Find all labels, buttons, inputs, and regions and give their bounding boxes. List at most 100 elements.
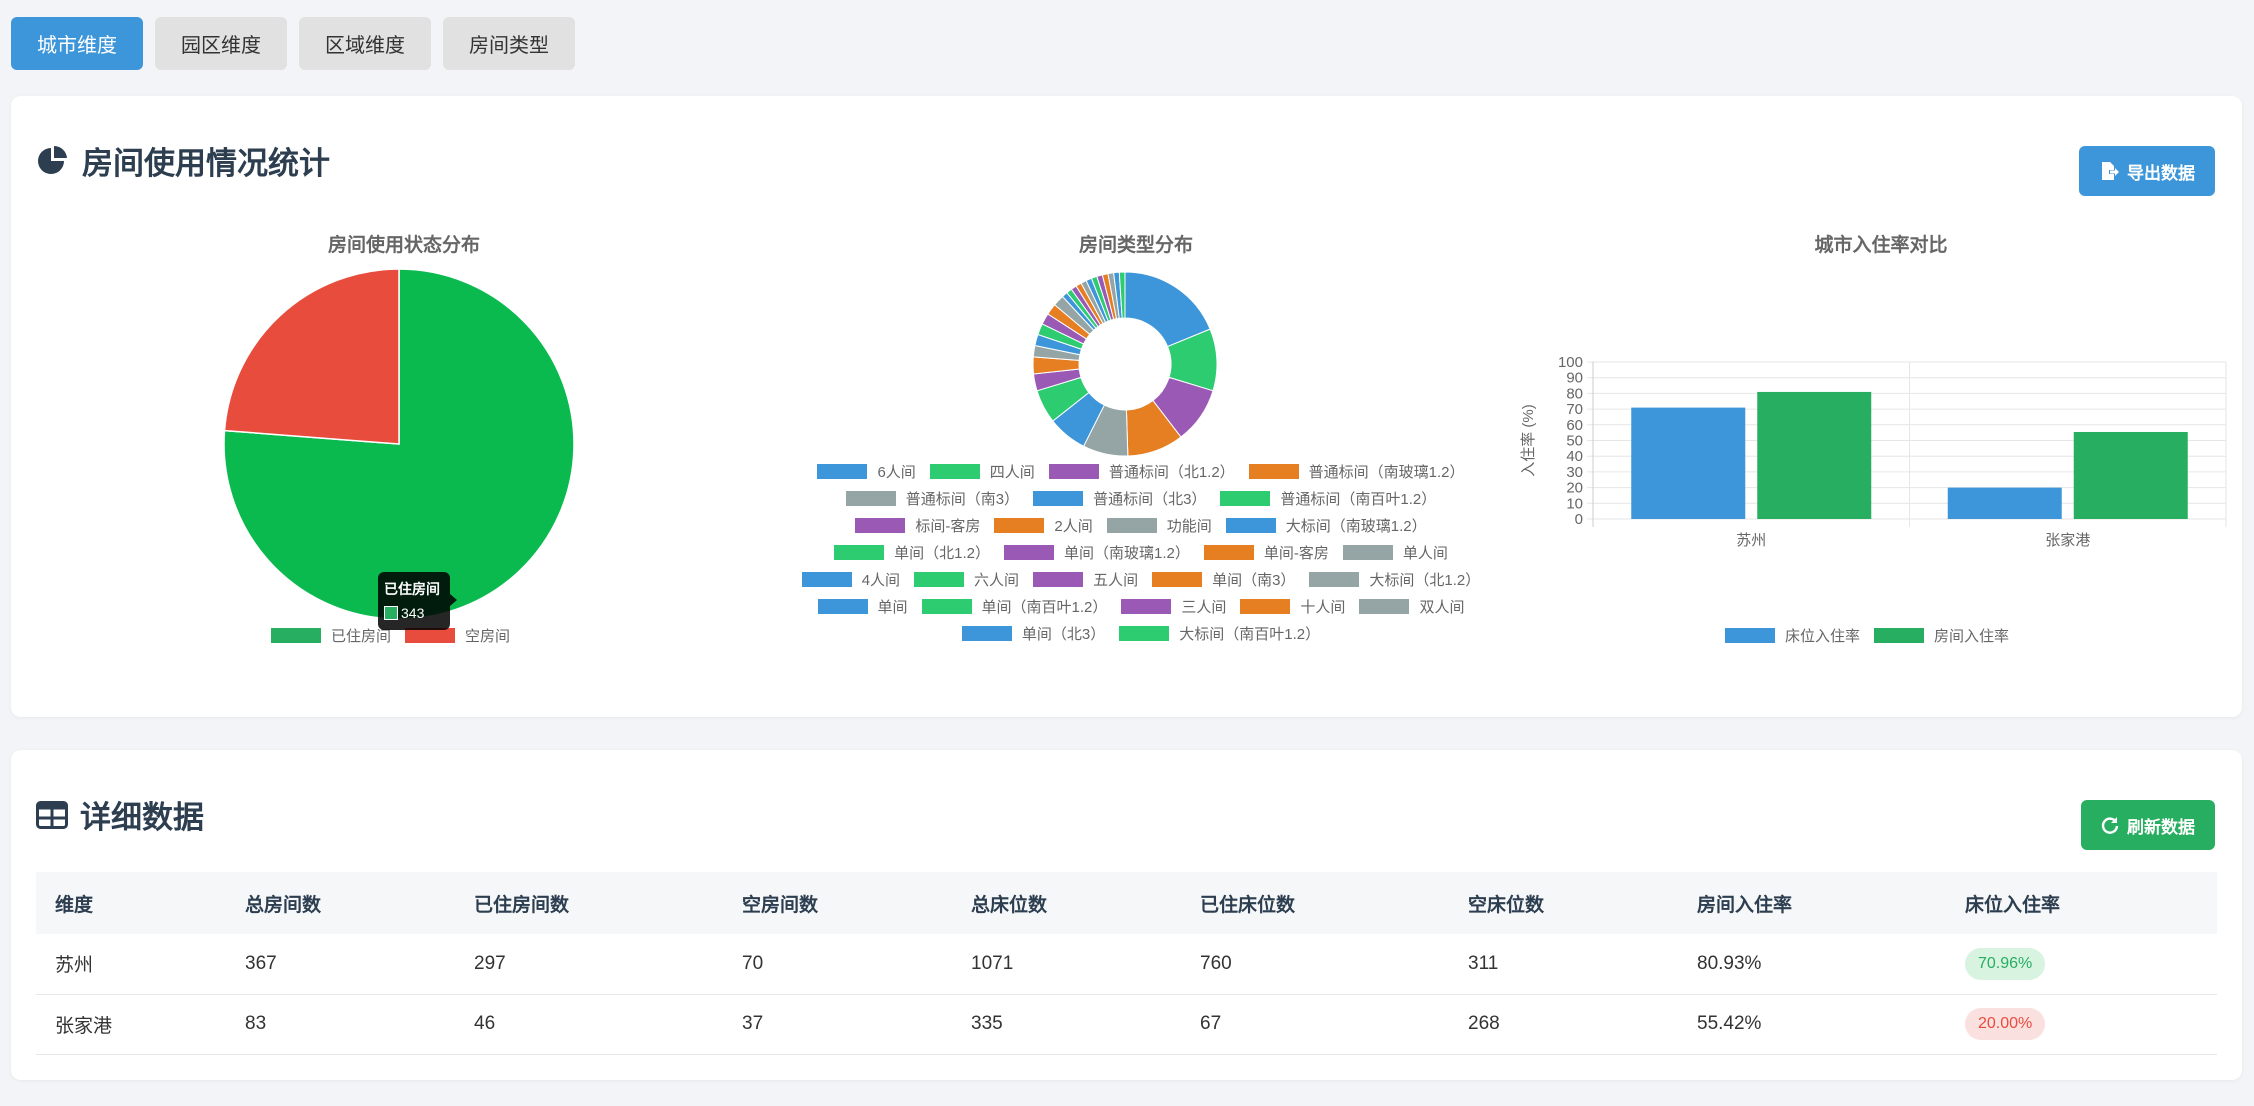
legend-item[interactable]: 普通标间（南3） <box>845 488 1020 509</box>
legend-label: 五人间 <box>1093 572 1139 589</box>
legend-swatch <box>834 545 885 560</box>
stats-title-text: 房间使用情况统计 <box>82 146 330 181</box>
refresh-label: 刷新数据 <box>2127 817 2195 837</box>
table-row: 苏州 367 297 70 1071 760 311 80.93% 70.96% <box>36 934 2217 995</box>
pie-tooltip: 已住房间 343 <box>378 572 457 630</box>
legend-swatch <box>817 599 868 614</box>
legend-item[interactable]: 单人间 <box>1342 542 1448 563</box>
legend-swatch <box>1248 464 1299 479</box>
cell-occupied-rooms: 297 <box>455 934 723 995</box>
legend-item[interactable]: 单间（北3） <box>961 623 1105 644</box>
legend-item[interactable]: 单间（南百叶1.2） <box>921 596 1107 617</box>
dimension-tabs: 城市维度 园区维度 区域维度 房间类型 <box>11 17 575 70</box>
refresh-data-button[interactable]: 刷新数据 <box>2081 800 2215 850</box>
legend-item[interactable]: 六人间 <box>914 569 1019 590</box>
stats-card-title: 房间使用情况统计 <box>36 138 330 183</box>
legend-item[interactable]: 单间（南玻璃1.2） <box>1003 542 1190 563</box>
legend-label: 普通标间（北1.2） <box>1108 464 1235 481</box>
y-tick-label: 80 <box>1566 385 1583 402</box>
legend-item[interactable]: 大标间（北1.2） <box>1309 569 1480 590</box>
tab-room-type[interactable]: 房间类型 <box>443 17 575 70</box>
legend-item[interactable]: 4人间 <box>801 569 900 590</box>
occupancy-chart-title: 城市入住率对比 <box>1814 235 1948 256</box>
cell-total-rooms: 367 <box>226 934 455 995</box>
legend-label: 大标间（北1.2） <box>1369 572 1481 589</box>
bed-rate-badge: 20.00% <box>1965 1008 2046 1040</box>
legend-item[interactable]: 普通标间（北1.2） <box>1048 461 1235 482</box>
legend-item[interactable]: 单间（南3） <box>1152 569 1295 590</box>
status-chart-title: 房间使用状态分布 <box>327 235 480 256</box>
legend-label: 单人间 <box>1402 545 1448 562</box>
tab-region[interactable]: 区域维度 <box>299 17 431 70</box>
detail-card-title: 详细数据 <box>36 792 204 837</box>
legend-item[interactable]: 已住房间 <box>271 625 391 646</box>
legend-label: 普通标间（北3） <box>1093 491 1207 508</box>
legend-swatch <box>961 626 1012 641</box>
legend-item[interactable]: 大标间（南百叶1.2） <box>1119 623 1320 644</box>
legend-item[interactable]: 五人间 <box>1033 569 1138 590</box>
legend-swatch <box>845 491 896 506</box>
legend-label: 十人间 <box>1300 599 1346 616</box>
legend-item[interactable]: 双人间 <box>1359 596 1464 617</box>
export-data-button[interactable]: 导出数据 <box>2079 146 2215 196</box>
legend-item[interactable]: 普通标间（北3） <box>1033 488 1206 509</box>
legend-row: 普通标间（南3） 普通标间（北3） 普通标间（南百叶1.2） <box>781 488 1501 509</box>
legend-item[interactable]: 功能间 <box>1106 515 1212 536</box>
legend-label: 六人间 <box>974 572 1020 589</box>
col-header: 总房间数 <box>226 872 455 934</box>
legend-item[interactable]: 四人间 <box>929 461 1035 482</box>
pie-slice[interactable] <box>223 268 400 445</box>
legend-row: 标间-客房 2人间 功能间 大标间（南玻璃1.2） <box>781 515 1501 536</box>
col-header: 已住床位数 <box>1181 872 1449 934</box>
legend-item[interactable]: 标间-客房 <box>855 515 980 536</box>
legend-item[interactable]: 单间-客房 <box>1203 542 1329 563</box>
legend-label: 单间（南玻璃1.2） <box>1063 545 1190 562</box>
bar[interactable] <box>2073 431 2188 519</box>
legend-row: 4人间 六人间 五人间 单间（南3） 大标间（北1.2） <box>781 569 1501 590</box>
legend-row: 单间（北3） 大标间（南百叶1.2） <box>781 623 1501 644</box>
legend-label: 普通标间（南3） <box>905 491 1020 508</box>
legend-item[interactable]: 单间（北1.2） <box>834 542 990 563</box>
legend-label: 单间 <box>877 599 908 616</box>
y-tick-label: 70 <box>1566 401 1583 418</box>
tab-park[interactable]: 园区维度 <box>155 17 287 70</box>
legend-item[interactable]: 床位入住率 <box>1725 625 1860 646</box>
legend-item[interactable]: 普通标间（南百叶1.2） <box>1220 488 1436 509</box>
y-tick-label: 100 <box>1558 354 1583 371</box>
bar[interactable] <box>1947 487 2062 519</box>
legend-label: 空房间 <box>465 628 511 645</box>
legend-item[interactable]: 房间入住率 <box>1874 625 2009 646</box>
type-chart-title: 房间类型分布 <box>1078 235 1193 256</box>
detail-table: 维度 总房间数 已住房间数 空房间数 总床位数 已住床位数 空床位数 房间入住率… <box>36 872 2217 1055</box>
cell-dimension: 张家港 <box>36 994 226 1055</box>
legend-item[interactable]: 6人间 <box>817 461 916 482</box>
legend-item[interactable]: 三人间 <box>1121 596 1226 617</box>
legend-swatch <box>1725 628 1775 643</box>
legend-swatch <box>1874 628 1925 643</box>
occupancy-bar-chart: 0102030405060708090100 苏州 张家港 入住率 (%) <box>1520 354 2227 549</box>
y-tick-label: 90 <box>1566 370 1583 387</box>
table-row: 张家港 83 46 37 335 67 268 55.42% 20.00% <box>36 994 2217 1055</box>
bar[interactable] <box>1631 407 1746 519</box>
cell-total-beds: 335 <box>952 994 1181 1055</box>
legend-item[interactable]: 单间 <box>817 596 908 617</box>
legend-label: 功能间 <box>1166 518 1212 535</box>
cell-bed-rate: 70.96% <box>1946 934 2217 995</box>
legend-item[interactable]: 十人间 <box>1240 596 1345 617</box>
legend-swatch <box>817 464 868 479</box>
bar[interactable] <box>1757 391 1872 519</box>
legend-swatch <box>271 628 321 643</box>
tooltip-swatch <box>384 606 398 620</box>
legend-label: 大标间（南玻璃1.2） <box>1285 518 1427 535</box>
cell-occupied-rooms: 46 <box>455 994 723 1055</box>
legend-swatch <box>1121 599 1172 614</box>
legend-swatch <box>1225 518 1276 533</box>
legend-item[interactable]: 2人间 <box>994 515 1093 536</box>
legend-item[interactable]: 普通标间（南玻璃1.2） <box>1248 461 1465 482</box>
file-export-icon <box>2102 162 2119 180</box>
legend-item[interactable]: 大标间（南玻璃1.2） <box>1225 515 1427 536</box>
tab-city[interactable]: 城市维度 <box>11 17 143 70</box>
cell-occupied-beds: 760 <box>1181 934 1449 995</box>
legend-label: 普通标间（南玻璃1.2） <box>1308 464 1465 481</box>
detail-title-text: 详细数据 <box>80 800 204 835</box>
